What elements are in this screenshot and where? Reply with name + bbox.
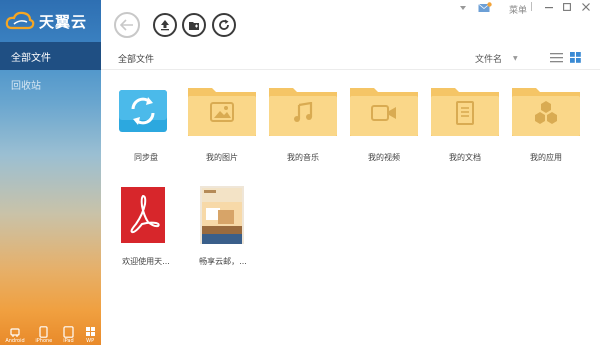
sidebar: 天翼云 全部文件 回收站 Android iPhone iPad WP (0, 0, 101, 345)
file-item-pdf[interactable]: 欢迎使用天... (107, 186, 185, 271)
device-bar: Android iPhone iPad WP (0, 321, 101, 345)
file-name: 我的文档 (449, 153, 481, 162)
refresh-button[interactable] (212, 13, 236, 37)
app-logo: 天翼云 (0, 0, 101, 42)
device-android[interactable]: Android (5, 326, 25, 344)
document-icon (456, 101, 474, 125)
music-icon (294, 102, 313, 122)
device-ipad[interactable]: iPad (63, 326, 74, 344)
folder-item-pictures[interactable]: 我的图片 (186, 82, 264, 167)
close-icon[interactable] (582, 3, 590, 11)
app-name: 天翼云 (39, 12, 88, 31)
back-button[interactable] (114, 12, 140, 38)
folder-item-apps[interactable]: 我的应用 (510, 82, 588, 167)
android-icon (10, 328, 20, 337)
breadcrumb-bar: 全部文件 文件名 ▼ (101, 46, 600, 70)
device-windows-phone[interactable]: WP (85, 326, 96, 344)
sidebar-item-recycle-bin[interactable]: 回收站 (0, 70, 101, 98)
message-icon[interactable] (478, 2, 492, 13)
minimize-icon[interactable] (545, 7, 553, 9)
menu-button[interactable]: 菜单 (509, 3, 527, 16)
folder-item-documents[interactable]: 我的文档 (429, 82, 507, 167)
list-view-icon[interactable] (550, 52, 563, 63)
chevron-down-icon[interactable] (460, 6, 466, 10)
ipad-icon (63, 326, 74, 338)
video-icon (371, 105, 396, 121)
iphone-icon (39, 326, 48, 338)
folder-add-icon (189, 21, 199, 30)
breadcrumb[interactable]: 全部文件 (118, 52, 154, 65)
device-label: Android (5, 338, 25, 344)
image-icon (210, 102, 234, 122)
file-name: 畅享云邮，... (199, 257, 247, 266)
file-name: 欢迎使用天... (122, 257, 170, 266)
upload-button[interactable] (153, 13, 177, 37)
file-name: 我的应用 (530, 153, 562, 162)
folder-item-music[interactable]: 我的音乐 (267, 82, 345, 167)
chevron-down-icon[interactable]: ▼ (513, 55, 518, 62)
device-label: iPad (63, 338, 74, 344)
main-panel: 菜单 | 全部文件 文件名 ▼ 同步盘 我的图片 我的音乐 我的视频 我的文档 … (101, 0, 600, 345)
device-iphone[interactable]: iPhone (35, 326, 52, 344)
pdf-icon (121, 187, 165, 243)
grid-view-icon[interactable] (570, 52, 581, 63)
sync-icon (119, 90, 167, 132)
file-name: 我的图片 (206, 153, 238, 162)
windows-phone-icon (85, 327, 95, 336)
device-label: iPhone (35, 338, 53, 344)
arrow-left-icon (120, 19, 133, 31)
cloud-logo-icon (5, 11, 35, 30)
refresh-icon (219, 19, 229, 30)
apps-icon (535, 101, 557, 124)
file-name: 我的视频 (368, 153, 400, 162)
divider: | (530, 2, 534, 12)
new-folder-button[interactable] (182, 13, 206, 37)
sidebar-item-label: 回收站 (11, 80, 41, 92)
file-name: 我的音乐 (287, 153, 319, 162)
file-name: 同步盘 (134, 153, 158, 162)
upload-icon (161, 20, 169, 31)
sidebar-item-all-files[interactable]: 全部文件 (0, 42, 101, 70)
file-item-image[interactable]: 畅享云邮，... (186, 186, 264, 271)
folder-item-video[interactable]: 我的视频 (348, 82, 426, 167)
device-label: WP (86, 338, 95, 344)
maximize-icon[interactable] (563, 3, 571, 11)
toolbar: 菜单 | (101, 0, 600, 42)
file-item-sync[interactable]: 同步盘 (107, 82, 185, 167)
sidebar-item-label: 全部文件 (11, 52, 51, 64)
sort-dropdown[interactable]: 文件名 (475, 52, 502, 65)
image-thumbnail-icon (200, 186, 244, 244)
